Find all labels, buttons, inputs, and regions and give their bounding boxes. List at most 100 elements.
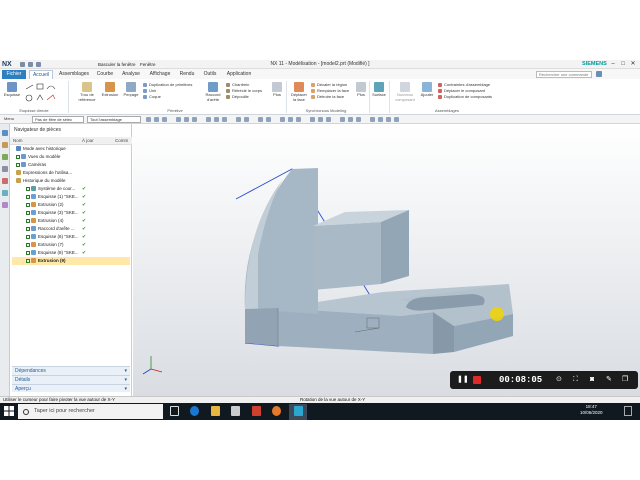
constraint-navigator-icon[interactable] [2,154,8,160]
snap-icon[interactable] [176,117,181,122]
sketch-curve-tools[interactable] [24,83,64,105]
offset-region-button[interactable]: Décaler la région [311,82,347,87]
tree-node-feature-selected[interactable]: Extrusion (9) [12,257,130,265]
feature-checkbox[interactable] [26,250,30,255]
notification-icon[interactable] [624,406,632,416]
tab-analysis[interactable]: Analyse [118,70,144,79]
tree-node-history-mode[interactable]: Mode avec historique [12,145,130,153]
feature-checkbox[interactable] [26,202,30,207]
tree-node-expressions[interactable]: Expressions de l'utilisa... [12,169,130,177]
snap-icon[interactable] [206,117,211,122]
dependencies-panel[interactable]: Dépendances ▾ [12,366,130,375]
window-icon[interactable]: ❐ [622,376,628,384]
tree-node-feature[interactable]: Extrusion (7) [12,241,130,249]
snap-icon[interactable] [386,117,391,122]
type-filter-dropdown[interactable]: Pas de filtre de sélec [32,116,84,123]
search-icon[interactable] [596,71,602,77]
delete-face-button[interactable]: Détruire la face [311,94,344,99]
edge-icon[interactable] [190,406,199,416]
snap-icon[interactable] [244,117,249,122]
snap-icon[interactable] [310,117,315,122]
assembly-navigator-icon[interactable] [2,142,8,148]
close-button[interactable]: ✕ [628,60,638,69]
hole-button[interactable]: Perçage [121,82,141,98]
snap-icon[interactable] [162,117,167,122]
tree-node-feature[interactable]: Extrusion (2) [12,201,130,209]
feature-checkbox[interactable] [26,210,30,215]
task-view-icon[interactable] [170,406,179,416]
feature-checkbox[interactable] [26,258,30,263]
assembly-constraints-button[interactable]: Contraintes d'assemblage [438,82,490,87]
more-features-button[interactable]: Plus [270,82,284,98]
draw-icon[interactable]: ✎ [606,376,612,384]
snap-icon[interactable] [348,117,353,122]
snap-icon[interactable] [146,117,151,122]
tab-render[interactable]: Rendu [176,70,198,79]
preview-panel[interactable]: Aperçu ▾ [12,384,130,392]
snap-icon[interactable] [184,117,189,122]
feature-checkbox[interactable] [26,186,30,191]
pattern-component-button[interactable]: Duplication de composants [438,94,492,99]
snap-icon[interactable] [266,117,271,122]
snap-icon[interactable] [192,117,197,122]
snap-icon[interactable] [154,117,159,122]
tree-node-model-history[interactable]: Historique du modèle [12,177,130,185]
trim-body-button[interactable]: Rétréciir le corps [226,88,262,93]
tab-curve[interactable]: Courbe [94,70,116,79]
new-component-button[interactable]: Nouveau composant [392,82,418,102]
snap-icon[interactable] [280,117,285,122]
feature-checkbox[interactable] [26,218,30,223]
command-search-input[interactable]: Rechercher une commande [536,71,592,78]
minimize-button[interactable]: – [608,60,618,69]
file-menu-button[interactable]: Fichier [2,70,26,79]
column-comment[interactable]: Comm [115,137,128,145]
tree-node-model-views[interactable]: Vues du modèle [12,153,130,161]
maximize-button[interactable]: □ [618,60,628,69]
tab-assemblies[interactable]: Assemblages [56,70,92,79]
feature-checkbox[interactable] [26,234,30,239]
move-face-button[interactable]: Déplacer la face [289,82,309,102]
pause-icon[interactable]: ❚❚ [457,376,469,384]
snap-icon[interactable] [378,117,383,122]
chamfer-button[interactable]: Chanfrein [226,82,249,87]
part-navigator-icon[interactable] [2,130,8,136]
feature-checkbox[interactable] [26,226,30,231]
tree-node-feature[interactable]: Esquisse (1) "SKE... [12,193,130,201]
snap-icon[interactable] [394,117,399,122]
snap-icon[interactable] [214,117,219,122]
replace-face-button[interactable]: Remplacer la face [311,88,349,93]
unite-button[interactable]: Unir [143,88,156,93]
menu-dropdown[interactable]: Menu [2,116,28,123]
tree-node-feature[interactable]: Esquisse (6) "SKE... [12,233,130,241]
fullscreen-icon[interactable]: ⛶ [573,376,578,384]
tab-home[interactable]: Accueil [29,70,53,79]
system-clock[interactable]: 18:47 10/06/2020 [580,404,603,416]
part-model-view[interactable] [133,124,640,396]
snap-icon[interactable] [258,117,263,122]
edge-blend-button[interactable]: Raccord d'arête [202,82,224,102]
windows-start-icon[interactable] [4,406,14,416]
tree-node-feature[interactable]: Raccord d'arête ... [12,225,130,233]
move-component-button[interactable]: Déplacer le composant [438,88,485,93]
datum-hole-button[interactable]: Trou de référence [76,82,98,102]
taskbar-search-input[interactable]: Taper ici pour rechercher [18,404,163,419]
web-browser-icon[interactable] [2,190,8,196]
snap-icon[interactable] [326,117,331,122]
column-name[interactable]: Nom [13,137,23,145]
store-icon[interactable] [231,406,240,416]
camera-icon[interactable]: ◙ [590,376,594,384]
add-component-button[interactable]: Ajouter [419,82,435,98]
tree-node-feature[interactable]: Extrusion (4) [12,217,130,225]
snap-icon[interactable] [236,117,241,122]
visibility-checkbox[interactable] [16,154,20,159]
file-explorer-icon[interactable] [211,406,220,416]
snap-icon[interactable] [318,117,323,122]
snap-icon[interactable] [356,117,361,122]
feature-checkbox[interactable] [26,194,30,199]
selection-scope-dropdown[interactable]: Tout l'assemblage [87,116,141,123]
sketch-button[interactable]: Esquisse [3,82,21,98]
draft-button[interactable]: Dépouille [226,94,249,99]
history-icon[interactable] [2,178,8,184]
tree-node-feature[interactable]: Système de coor... [12,185,130,193]
column-uptodate[interactable]: À jour [82,137,94,145]
